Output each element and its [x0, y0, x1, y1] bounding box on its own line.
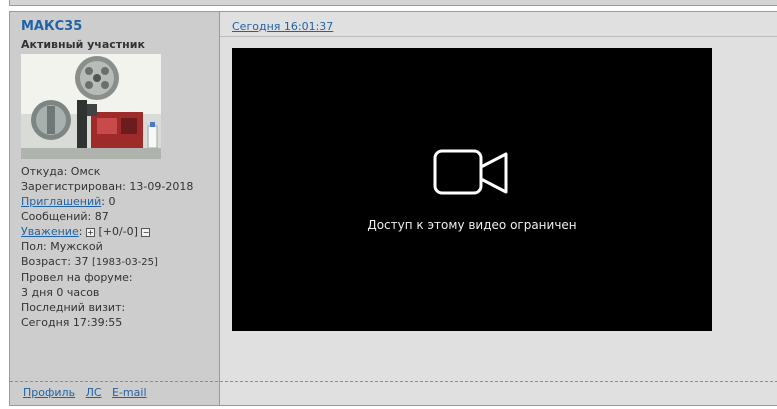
- author-registered: Зарегистрирован: 13-09-2018: [21, 180, 194, 193]
- respect-link[interactable]: Уважение: [21, 225, 79, 238]
- author-last-visit-label: Последний визит:: [21, 301, 126, 314]
- email-link[interactable]: E-mail: [112, 386, 147, 399]
- invites-link[interactable]: Приглашений: [21, 195, 101, 208]
- author-messages: Сообщений: 87: [21, 210, 109, 223]
- video-restricted-message: Доступ к этому видео ограничен: [367, 218, 577, 232]
- previous-post-bottom: [9, 0, 777, 6]
- author-age: Возраст: 37 [1983-03-25]: [21, 255, 158, 268]
- private-message-link[interactable]: ЛС: [86, 386, 102, 399]
- projector-photo-icon: [21, 54, 161, 159]
- post-footer-divider: [10, 381, 777, 382]
- respect-plus-button[interactable]: +: [85, 227, 95, 237]
- respect-value: [+0/-0]: [98, 225, 138, 238]
- author-forum-time-value: 3 дня 0 часов: [21, 286, 100, 299]
- author-panel: МАКС35 Активный участник Откуда: Омск За…: [10, 12, 220, 405]
- forum-post: МАКС35 Активный участник Откуда: Омск За…: [9, 11, 777, 406]
- post-header-divider: [220, 36, 777, 37]
- author-avatar: [21, 54, 161, 159]
- video-player[interactable]: Доступ к этому видео ограничен: [232, 48, 712, 331]
- video-camera-icon: [433, 149, 508, 195]
- author-respect: Уважение: + [+0/-0] −: [21, 225, 151, 238]
- post-content: Сегодня 16:01:37 Доступ к этому видео ог…: [220, 12, 777, 405]
- author-from: Откуда: Омск: [21, 165, 101, 178]
- post-date-link[interactable]: Сегодня 16:01:37: [232, 20, 333, 33]
- respect-minus-button[interactable]: −: [141, 227, 151, 237]
- author-name[interactable]: МАКС35: [21, 19, 82, 34]
- author-info: Откуда: Омск Зарегистрирован: 13-09-2018…: [21, 164, 193, 330]
- author-title: Активный участник: [21, 38, 145, 51]
- author-last-visit-value: Сегодня 17:39:55: [21, 316, 123, 329]
- author-gender: Пол: Мужской: [21, 240, 103, 253]
- author-links: Профиль ЛС E-mail: [23, 386, 154, 399]
- author-invites: Приглашений: 0: [21, 195, 116, 208]
- profile-link[interactable]: Профиль: [23, 386, 75, 399]
- author-forum-time-label: Провел на форуме:: [21, 271, 133, 284]
